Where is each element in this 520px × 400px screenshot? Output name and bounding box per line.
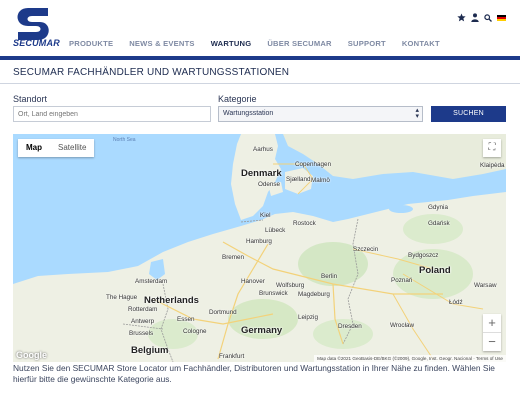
user-icon[interactable] (471, 9, 479, 27)
kategorie-label: Kategorie (218, 94, 257, 104)
map-label: Aarhus (253, 146, 273, 153)
map-label: Sjælland (286, 176, 311, 183)
map-label: Magdeburg (298, 291, 330, 298)
main-nav: PRODUKTE NEWS & EVENTS WARTUNG ÜBER SECU… (69, 39, 456, 51)
nav-wartung[interactable]: WARTUNG (211, 39, 252, 51)
map-label: Amsterdam (135, 278, 168, 285)
map-label: Poland (419, 265, 451, 276)
page-title: SECUMAR FACHHÄNDLER UND WARTUNGSSTATIONE… (13, 67, 290, 78)
star-icon[interactable] (457, 9, 466, 27)
nav-ueber-secumar[interactable]: ÜBER SECUMAR (267, 39, 331, 51)
divider (0, 83, 520, 84)
map-type-map[interactable]: Map (18, 139, 50, 157)
kategorie-value: Wartungsstation (223, 110, 274, 117)
map-label: Belgium (131, 345, 169, 356)
map-label: Wrocław (390, 322, 415, 329)
map-label: Łódź (449, 299, 463, 306)
nav-news-events[interactable]: NEWS & EVENTS (129, 39, 194, 51)
zoom-in-button[interactable]: + (483, 314, 501, 332)
search-button[interactable]: SUCHEN (431, 106, 506, 122)
map-label: Dresden (338, 323, 362, 330)
site-header: SECUMAR PRODUKTE NEWS & EVENTS WARTUNG Ü… (0, 0, 520, 57)
map-label: Odense (258, 181, 281, 188)
utility-icons (457, 9, 506, 27)
map-label: Klaipėda (480, 162, 505, 169)
nav-kontakt[interactable]: KONTAKT (402, 39, 440, 51)
kategorie-select[interactable]: Wartungsstation ▴ ▾ (218, 106, 423, 122)
map-label: Leipzig (298, 314, 318, 321)
logo-text: SECUMAR (13, 38, 60, 48)
map-label: Rostock (293, 220, 316, 227)
map-label: Essen (177, 316, 195, 323)
zoom-controls: + − (483, 314, 501, 351)
map-label: Lübeck (265, 227, 286, 234)
map-label: Hamburg (246, 238, 272, 245)
map-label: Rotterdam (128, 306, 158, 313)
map-label: Kiel (260, 212, 271, 219)
google-logo: Google (16, 350, 47, 360)
map-label: Antwerp (131, 318, 155, 325)
map-label: The Hague (106, 294, 138, 301)
map-label: Malmö (311, 177, 330, 184)
map-label: Cologne (183, 328, 207, 335)
map-label: Frankfurt (219, 353, 245, 360)
map-label: Denmark (241, 168, 282, 179)
map-label: Gdańsk (428, 220, 450, 227)
map-label: Copenhagen (295, 161, 332, 168)
nav-support[interactable]: SUPPORT (348, 39, 386, 51)
map-attribution[interactable]: Map data ©2021 GeoBasis-DE/BKG (©2009), … (314, 355, 506, 362)
map-label: Netherlands (144, 295, 199, 306)
select-arrows-icon: ▴ ▾ (415, 107, 419, 120)
map-type-toggle: Map Satellite (18, 139, 95, 157)
map-label: Gdynia (428, 204, 448, 211)
map-label: Szczecin (353, 246, 379, 253)
store-locator-map[interactable]: Map Satellite ⛶ North Sea Aarhus Denmark… (13, 134, 506, 362)
fullscreen-icon[interactable]: ⛶ (483, 139, 501, 157)
german-flag-icon[interactable] (497, 15, 506, 21)
header-bar (0, 56, 520, 60)
description-text: Nutzen Sie den SECUMAR Store Locator um … (13, 363, 495, 384)
map-label: Bydgoszcz (408, 252, 439, 259)
map-label: Bremen (222, 254, 245, 261)
standort-label: Standort (13, 94, 48, 104)
map-label: Brunswick (259, 290, 288, 297)
map-label: Berlin (321, 273, 338, 280)
zoom-out-button[interactable]: − (483, 333, 501, 351)
standort-input[interactable] (13, 106, 211, 122)
nav-produkte[interactable]: PRODUKTE (69, 39, 113, 51)
map-label: Warsaw (474, 282, 497, 289)
map-label: Poznań (391, 277, 413, 284)
secumar-logo-mark (17, 8, 49, 40)
map-type-satellite[interactable]: Satellite (50, 139, 94, 157)
map-label: Wolfsburg (276, 282, 305, 289)
map-label: Brussels (129, 330, 154, 337)
map-label: Dortmund (209, 309, 237, 316)
map-label: North Sea (113, 137, 136, 143)
map-label: Hanover (241, 278, 265, 285)
map-label: Germany (241, 325, 283, 336)
search-icon[interactable] (484, 9, 492, 27)
